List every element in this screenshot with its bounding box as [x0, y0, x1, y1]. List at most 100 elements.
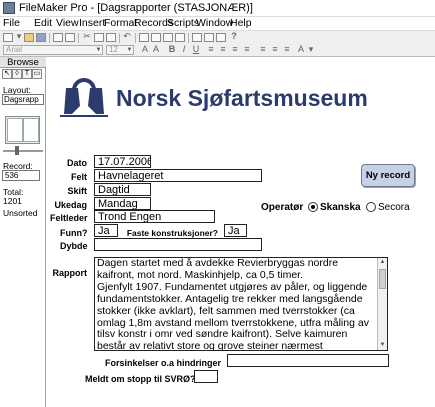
toolbar-separator: [49, 33, 50, 43]
font-family-value: Arial: [6, 45, 23, 54]
line-spacing-single-icon[interactable]: ≡: [258, 45, 268, 54]
menu-scripts[interactable]: Scripts: [167, 17, 199, 29]
spell-check-icon[interactable]: [192, 33, 202, 42]
menu-view[interactable]: View: [56, 17, 79, 29]
bold-icon[interactable]: B: [167, 45, 177, 54]
dropdown-arrow-icon[interactable]: ▾: [14, 32, 24, 41]
save-icon[interactable]: [36, 33, 46, 42]
layout-value: Dagsrapp: [4, 95, 39, 104]
forsinkelser-field[interactable]: [227, 354, 389, 367]
book-right-page[interactable]: [23, 118, 39, 142]
menu-bar: File Edit View Insert Format Records Scr…: [0, 17, 435, 30]
character-spacing-icon[interactable]: A: [151, 45, 161, 54]
record-book-icon[interactable]: [5, 116, 40, 144]
font-family-select[interactable]: Arial ▼: [3, 45, 103, 55]
record-number-input[interactable]: 536: [2, 170, 40, 181]
align-left-icon[interactable]: ≡: [206, 45, 216, 54]
font-size-select[interactable]: 12 ▼: [106, 45, 134, 55]
menu-insert[interactable]: Insert: [79, 17, 105, 29]
standard-toolbar: ▾ ✂ ↶ ?: [0, 30, 435, 44]
find-icon[interactable]: [163, 33, 173, 42]
meldt-stopp-field[interactable]: [194, 370, 218, 383]
record-slider[interactable]: [3, 150, 43, 152]
filemaker-window: FileMaker Pro - [Dagsrapporter (STASJONÆ…: [0, 0, 435, 407]
line-spacing-double-icon[interactable]: ≡: [270, 45, 280, 54]
pointer-tool-icon[interactable]: ↖: [2, 69, 12, 79]
chevron-down-icon: ▼: [126, 47, 133, 53]
sort-status: Unsorted: [3, 208, 38, 218]
align-justify-icon[interactable]: ≡: [242, 45, 252, 54]
operator-skanska-label[interactable]: Skanska: [320, 202, 361, 213]
rapport-textarea[interactable]: Dagen startet med å avdekke Revierbrygga…: [94, 257, 388, 351]
field-tool-icon[interactable]: ▭: [32, 69, 42, 79]
indent-icon[interactable]: ≡: [282, 45, 292, 54]
menu-file[interactable]: File: [3, 17, 20, 29]
book-left-page[interactable]: [7, 118, 23, 142]
text-tool-icon[interactable]: T: [22, 69, 32, 79]
logo-text: Norsk Sjøfartsmuseum: [116, 85, 368, 111]
toolbar-separator: [119, 33, 120, 43]
dato-field[interactable]: 17.07.2006: [94, 155, 151, 168]
tool-panel: ↖ ◊ T ▭: [2, 69, 44, 80]
text-formatting-toolbar: Arial ▼ 12 ▼ A A B I U ≡ ≡ ≡ ≡ ≡ ≡ ≡ A ▾: [0, 44, 435, 57]
feltleder-field[interactable]: Trond Engen: [94, 210, 215, 223]
new-record-button[interactable]: Ny record: [361, 164, 415, 187]
print-preview-icon[interactable]: [65, 33, 75, 42]
browse-mode-tab[interactable]: Browse: [0, 57, 46, 68]
scroll-up-icon[interactable]: ▲: [378, 258, 387, 267]
dato-label: Dato: [67, 158, 87, 168]
window-title: FileMaker Pro - [Dagsrapporter (STASJONÆ…: [19, 2, 253, 14]
underline-icon[interactable]: U: [191, 45, 201, 54]
new-record-icon[interactable]: [139, 33, 149, 42]
meldt-stopp-label: Meldt om stopp til SVRØ?: [85, 374, 196, 384]
lasso-tool-icon[interactable]: ◊: [12, 69, 22, 79]
layout-select[interactable]: Dagsrapp: [2, 94, 44, 105]
menu-edit[interactable]: Edit: [34, 17, 52, 29]
import-icon[interactable]: [204, 33, 214, 42]
funn-field[interactable]: Ja: [94, 224, 118, 237]
open-folder-icon[interactable]: [24, 33, 34, 42]
skift-field[interactable]: Dagtid: [94, 183, 151, 196]
align-right-icon[interactable]: ≡: [230, 45, 240, 54]
anchor-logo-icon: [60, 78, 108, 117]
italic-icon[interactable]: I: [179, 45, 189, 54]
new-file-icon[interactable]: [3, 33, 13, 42]
feltleder-label: Feltleder: [50, 213, 88, 223]
menu-help[interactable]: Help: [230, 17, 252, 29]
funn-label: Funn?: [60, 228, 88, 238]
text-color-icon[interactable]: A: [296, 45, 306, 54]
toolbar-separator: [78, 33, 79, 43]
scroll-down-icon[interactable]: ▼: [378, 341, 387, 350]
dropdown-arrow-icon[interactable]: ▾: [306, 45, 316, 54]
delete-record-icon[interactable]: [151, 33, 161, 42]
operator-secora-radio[interactable]: [366, 202, 376, 212]
record-slider-thumb[interactable]: [15, 146, 19, 155]
felt-field[interactable]: Havnelageret: [94, 169, 262, 182]
faste-konstruksjoner-label: Faste konstruksjoner?: [126, 228, 218, 238]
rapport-label: Rapport: [52, 268, 88, 278]
title-bar: FileMaker Pro - [Dagsrapporter (STASJONÆ…: [0, 0, 435, 17]
total-count: 1201: [3, 196, 22, 206]
operator-skanska-radio[interactable]: [308, 202, 318, 212]
copy-icon[interactable]: [94, 33, 104, 42]
forsinkelser-label: Forsinkelser o.a hindringer: [104, 358, 221, 368]
rapport-scrollbar[interactable]: ▲ ▼: [377, 258, 387, 350]
cut-icon[interactable]: ✂: [82, 32, 92, 41]
sort-icon[interactable]: [175, 33, 185, 42]
paste-icon[interactable]: [106, 33, 116, 42]
menu-window[interactable]: Window: [196, 17, 233, 29]
scrollbar-thumb[interactable]: [379, 269, 386, 289]
print-icon[interactable]: [53, 33, 63, 42]
export-icon[interactable]: [216, 33, 226, 42]
faste-konstruksjoner-field[interactable]: Ja: [224, 224, 247, 237]
ukedag-field[interactable]: Mandag: [94, 197, 151, 210]
font-color-icon[interactable]: A: [140, 45, 150, 54]
museum-logo: Norsk Sjøfartsmuseum: [60, 78, 368, 117]
dybde-field[interactable]: [94, 238, 262, 251]
operator-secora-label[interactable]: Secora: [378, 202, 410, 213]
help-icon[interactable]: ?: [229, 32, 239, 41]
align-center-icon[interactable]: ≡: [218, 45, 228, 54]
menu-format[interactable]: Format: [104, 17, 137, 29]
status-area: Browse ↖ ◊ T ▭ Layout: Dagsrapp Record: …: [0, 57, 46, 407]
undo-icon[interactable]: ↶: [122, 32, 132, 41]
